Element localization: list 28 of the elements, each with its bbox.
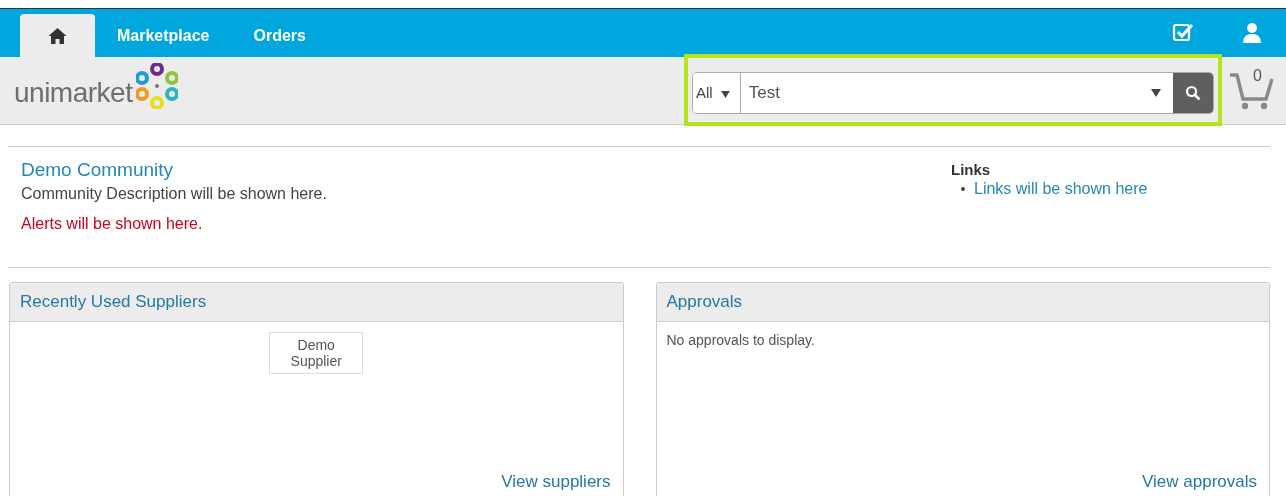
panel-title[interactable]: Approvals xyxy=(666,292,743,312)
alert-text: Alerts will be shown here. xyxy=(21,215,203,233)
link[interactable]: Links will be shown here xyxy=(974,180,1148,198)
user-icon[interactable] xyxy=(1242,22,1262,44)
flower-logo-icon xyxy=(136,62,179,109)
bullet-icon xyxy=(961,187,965,191)
caret-icon[interactable] xyxy=(1151,88,1161,97)
footer-link[interactable]: View suppliers xyxy=(501,472,611,492)
cart-icon[interactable] xyxy=(1228,70,1274,111)
empty-message: No approvals to display. xyxy=(666,332,816,348)
home-icon xyxy=(47,26,68,45)
search-icon xyxy=(1185,84,1201,101)
search-button[interactable] xyxy=(1173,72,1213,113)
supplier-tile[interactable]: Demo Supplier xyxy=(269,332,364,374)
scope-dropdown[interactable]: All xyxy=(693,72,741,113)
links-heading: Links xyxy=(951,161,992,178)
nav-tab[interactable]: Orders xyxy=(231,14,328,57)
checkbox-icon[interactable] xyxy=(1172,22,1194,42)
search-field[interactable]: All Test xyxy=(692,71,1214,114)
footer-link[interactable]: View approvals xyxy=(1142,472,1257,492)
caret-icon xyxy=(720,91,730,98)
logo-text: unimarket xyxy=(14,76,133,109)
nav-tab[interactable]: Marketplace xyxy=(95,14,232,57)
home-tab[interactable] xyxy=(20,14,95,57)
cart-count: 0 xyxy=(1253,66,1262,85)
panel-title[interactable]: Recently Used Suppliers xyxy=(20,292,207,312)
community-description: Community Description will be shown here. xyxy=(21,185,327,203)
community-title[interactable]: Demo Community xyxy=(21,159,174,181)
